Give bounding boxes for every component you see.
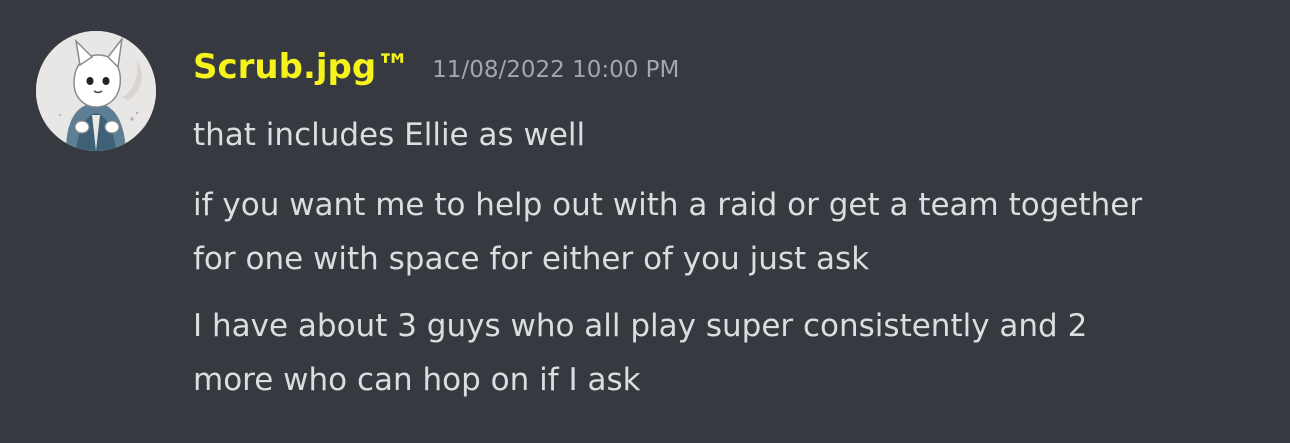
message-header: Scrub.jpg™ 11/08/2022 10:00 PM	[193, 41, 679, 93]
white-cat-character-avatar-icon	[36, 31, 156, 151]
username[interactable]: Scrub.jpg™	[193, 47, 410, 87]
message-line: if you want me to help out with a raid o…	[193, 187, 1143, 223]
chat-message: Scrub.jpg™ 11/08/2022 10:00 PM that incl…	[0, 0, 1290, 443]
message-line: that includes Ellie as well	[193, 117, 586, 153]
message-line: more who can hop on if I ask	[193, 362, 641, 398]
message-line: for one with space for either of you jus…	[193, 241, 870, 277]
message-line: I have about 3 guys who all play super c…	[193, 308, 1088, 344]
user-avatar[interactable]	[36, 31, 156, 151]
message-timestamp[interactable]: 11/08/2022 10:00 PM	[432, 57, 679, 83]
